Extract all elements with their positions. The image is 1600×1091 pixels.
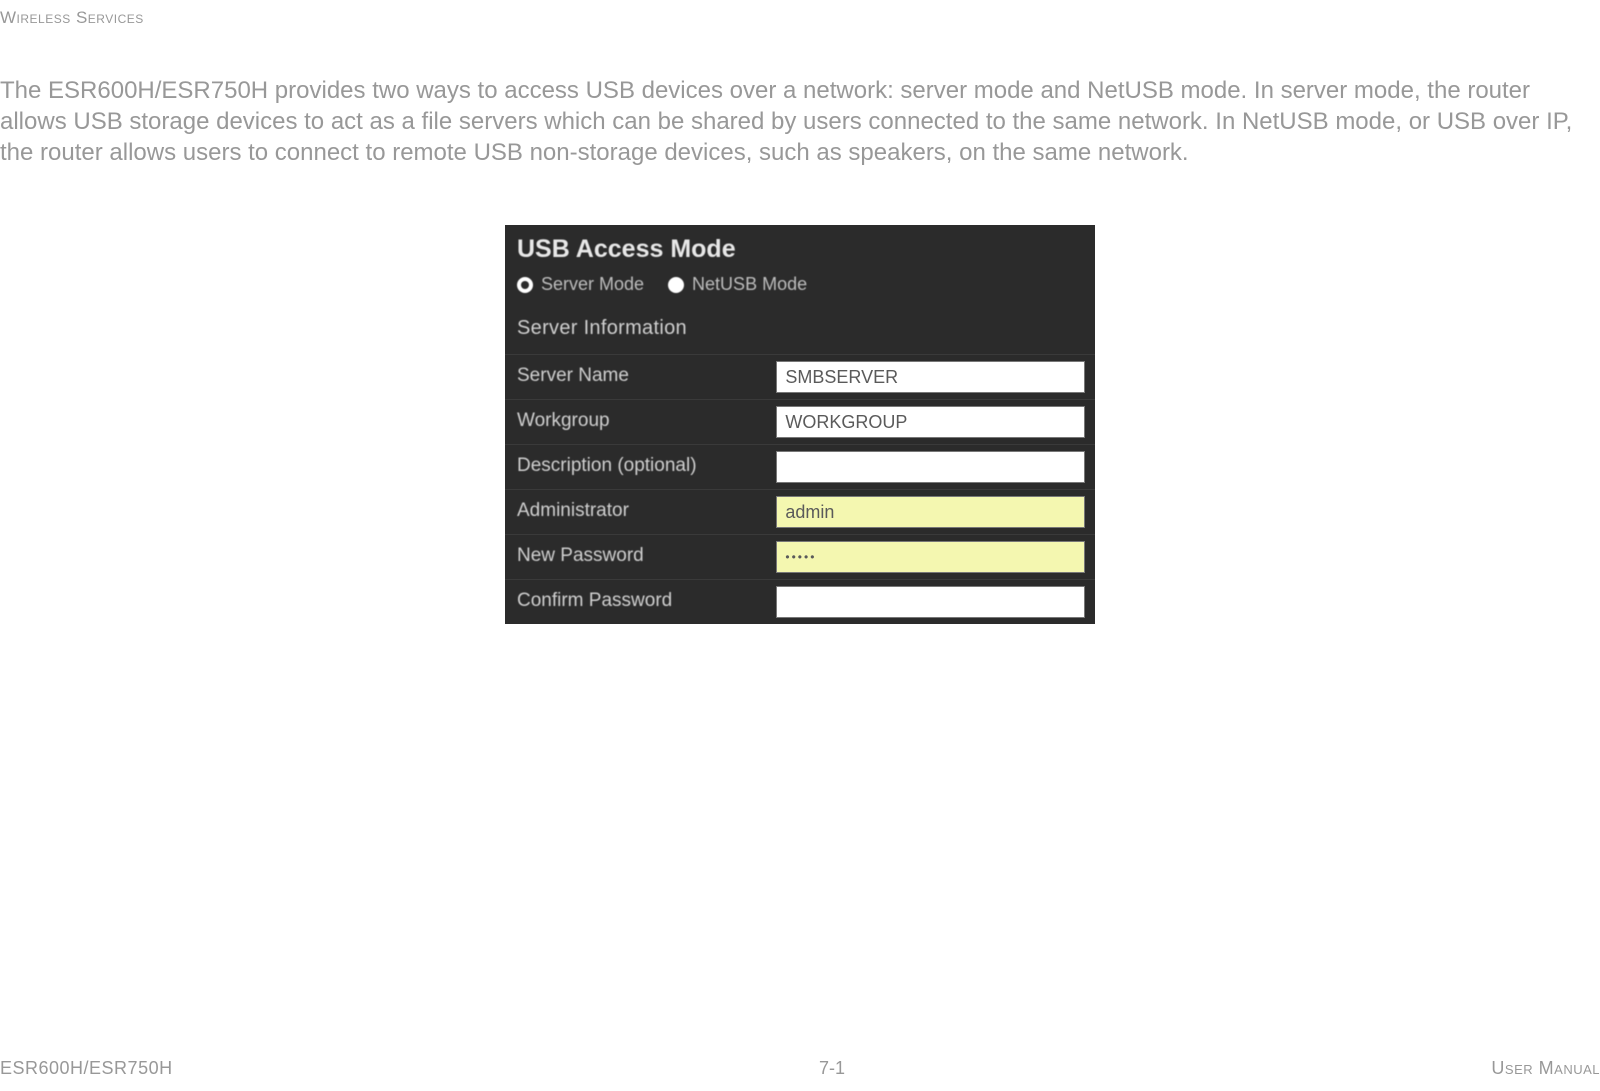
row-label: Administrator: [505, 490, 776, 534]
row-input-cell: [776, 400, 1095, 444]
body-paragraph: The ESR600H/ESR750H provides two ways to…: [0, 75, 1600, 169]
footer-right: User Manual: [1491, 1058, 1600, 1079]
radio-label: Server Mode: [541, 274, 644, 295]
server-name-input[interactable]: [776, 361, 1085, 393]
row-label: Confirm Password: [505, 580, 776, 624]
page-footer: ESR600H/ESR750H 7-1 User Manual: [0, 1058, 1600, 1079]
radio-dot-icon: [668, 277, 684, 293]
row-new-password: New Password: [505, 534, 1095, 579]
panel-title: USB Access Mode: [505, 225, 1095, 268]
row-input-cell: [776, 535, 1095, 579]
administrator-input[interactable]: [776, 496, 1085, 528]
row-workgroup: Workgroup: [505, 399, 1095, 444]
radio-server-mode[interactable]: Server Mode: [517, 274, 644, 295]
confirm-password-input[interactable]: [776, 586, 1085, 618]
row-label: Server Name: [505, 355, 776, 399]
row-input-cell: [776, 490, 1095, 534]
row-label: Workgroup: [505, 400, 776, 444]
footer-left: ESR600H/ESR750H: [0, 1058, 173, 1079]
row-description: Description (optional): [505, 444, 1095, 489]
row-input-cell: [776, 355, 1095, 399]
radio-netusb-mode[interactable]: NetUSB Mode: [668, 274, 807, 295]
workgroup-input[interactable]: [776, 406, 1085, 438]
footer-page-number: 7-1: [819, 1058, 845, 1079]
row-server-name: Server Name: [505, 354, 1095, 399]
row-administrator: Administrator: [505, 489, 1095, 534]
radio-dot-icon: [517, 277, 533, 293]
row-input-cell: [776, 580, 1095, 624]
section-header: Wireless Services: [0, 8, 144, 28]
row-label: Description (optional): [505, 445, 776, 489]
config-panel-wrap: USB Access Mode Server Mode NetUSB Mode …: [505, 225, 1095, 624]
new-password-input[interactable]: [776, 541, 1085, 573]
section-label: Server Information: [505, 313, 1095, 354]
radio-label: NetUSB Mode: [692, 274, 807, 295]
row-confirm-password: Confirm Password: [505, 579, 1095, 624]
config-panel: USB Access Mode Server Mode NetUSB Mode …: [505, 225, 1095, 624]
description-input[interactable]: [776, 451, 1085, 483]
radio-row: Server Mode NetUSB Mode: [505, 268, 1095, 313]
row-label: New Password: [505, 535, 776, 579]
row-input-cell: [776, 445, 1095, 489]
